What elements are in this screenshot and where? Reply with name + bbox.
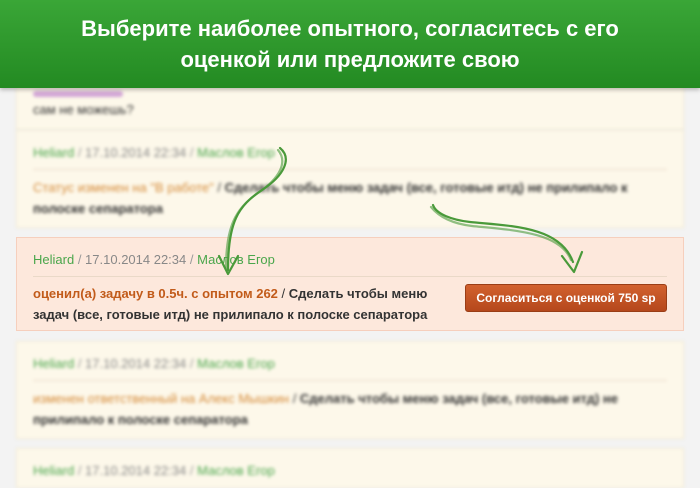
task-link[interactable]: Сделать чтобы меню задач (все, готовые и… xyxy=(300,391,618,406)
status-text: Статус изменен на "В работе" xyxy=(33,180,214,195)
responsible-link[interactable]: Маслов Егор xyxy=(197,463,275,478)
comment-meta: Heliard / 17.10.2014 22:34 / Маслов Егор xyxy=(33,252,275,267)
author-link[interactable]: Heliard xyxy=(33,463,74,478)
divider xyxy=(33,276,667,277)
comment-date: 17.10.2014 22:34 xyxy=(85,463,187,478)
divider xyxy=(33,380,667,381)
comment-card: Heliard / 17.10.2014 22:34 / Маслов Егор… xyxy=(16,130,684,228)
estimate-card: Heliard / 17.10.2014 22:34 / Маслов Егор… xyxy=(16,237,684,331)
comment-date: 17.10.2014 22:34 xyxy=(85,252,187,267)
comment-meta: Heliard / 17.10.2014 22:34 / Маслов Егор xyxy=(33,356,275,371)
instruction-banner: Выберите наиболее опытного, согласитесь … xyxy=(0,0,700,88)
highlight-mark xyxy=(33,91,123,97)
author-link[interactable]: Heliard xyxy=(33,356,74,371)
author-link[interactable]: Heliard xyxy=(33,252,74,267)
responsible-link[interactable]: Маслов Егор xyxy=(197,356,275,371)
comment-card: Heliard / 17.10.2014 22:34 / Маслов Егор xyxy=(16,448,684,488)
comment-text: сам не можешь? xyxy=(33,102,134,117)
divider xyxy=(33,169,667,170)
author-link[interactable]: Heliard xyxy=(33,145,74,160)
task-link[interactable]: Сделать чтобы меню xyxy=(289,286,428,301)
task-link[interactable]: Сделать чтобы меню задач (все, готовые и… xyxy=(225,180,628,195)
comment-meta: Heliard / 17.10.2014 22:34 / Маслов Егор xyxy=(33,145,275,160)
responsible-link[interactable]: Маслов Егор xyxy=(197,145,275,160)
comment-date: 17.10.2014 22:34 xyxy=(85,356,187,371)
comment-card: Heliard / 17.10.2014 22:34 / Маслов Егор… xyxy=(16,341,684,439)
responsible-link[interactable]: Маслов Егор xyxy=(197,252,275,267)
banner-line-2: оценкой или предложите свою xyxy=(180,47,520,72)
agree-estimate-button[interactable]: Согласиться с оценкой 750 sp xyxy=(465,284,667,312)
comment-date: 17.10.2014 22:34 xyxy=(85,145,187,160)
task-link-cont[interactable]: прилипало к полоске сепаратора xyxy=(33,412,248,427)
task-link-cont[interactable]: полоске сепаратора xyxy=(33,201,163,216)
status-text: изменен ответственный на Алекс Мышкин xyxy=(33,391,290,406)
comment-meta: Heliard / 17.10.2014 22:34 / Маслов Егор xyxy=(33,463,275,478)
estimate-text: оценил(а) задачу в 0.5ч. с опытом 262 xyxy=(33,286,278,301)
comment-body: оценил(а) задачу в 0.5ч. с опытом 262 / … xyxy=(33,286,428,322)
task-link-cont[interactable]: задач (все, готовые итд) не прилипало к … xyxy=(33,307,427,322)
comment-body: Статус изменен на "В работе" / Сделать ч… xyxy=(33,180,628,216)
comment-body: изменен ответственный на Алекс Мышкин / … xyxy=(33,391,619,427)
banner-line-1: Выберите наиболее опытного, согласитесь … xyxy=(81,16,619,41)
